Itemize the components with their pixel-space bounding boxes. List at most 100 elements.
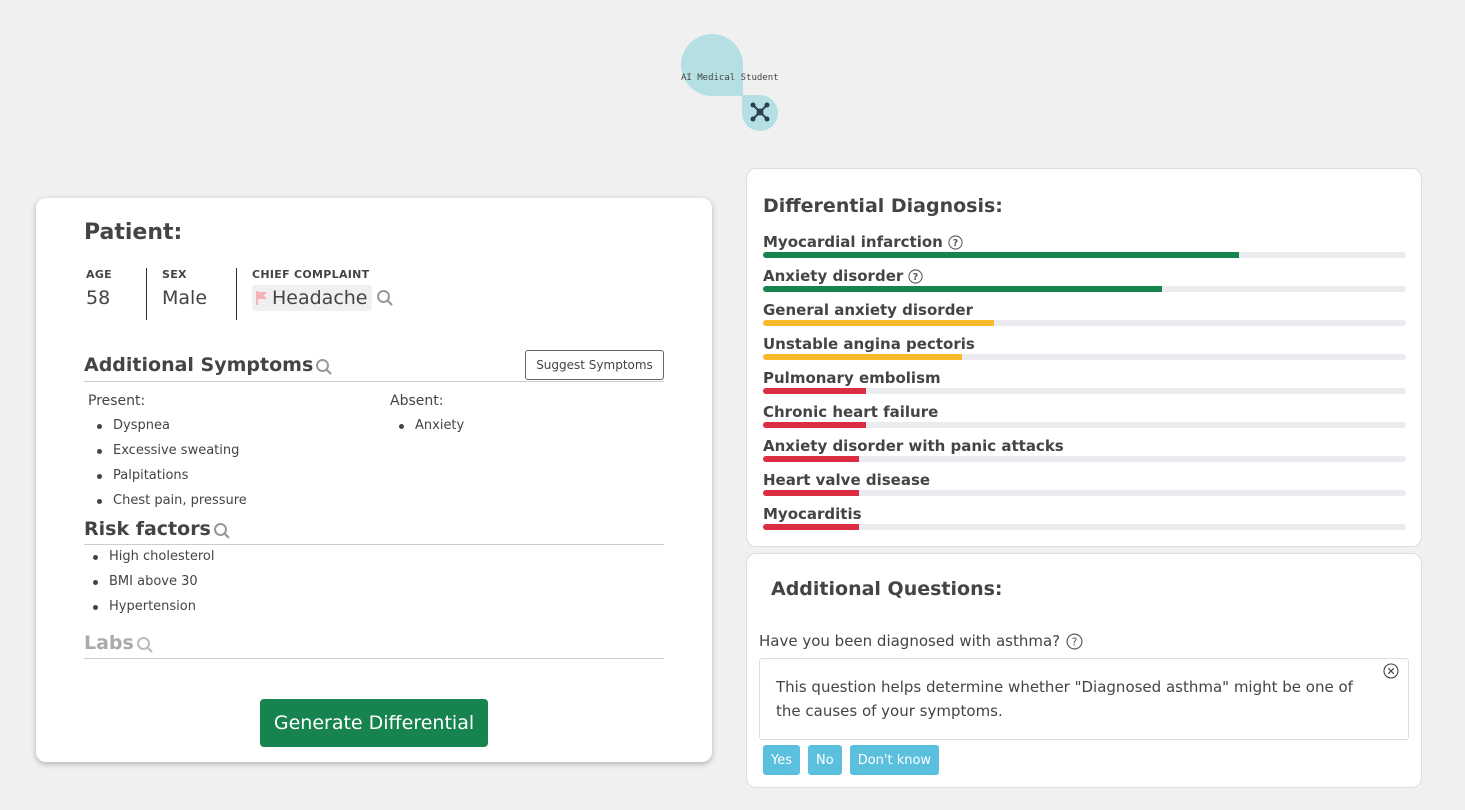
search-icon[interactable] <box>213 522 231 540</box>
chief-complaint-chip[interactable]: Headache <box>252 285 372 311</box>
diagnosis-label: Heart valve disease <box>763 471 931 489</box>
answer-buttons: Yes No Don't know <box>763 745 940 775</box>
differential-item[interactable]: General anxiety disorder <box>763 300 1406 334</box>
suggest-symptoms-button[interactable]: Suggest Symptoms <box>525 350 664 380</box>
diagnosis-label: Unstable angina pectoris <box>763 335 975 353</box>
patient-title: Patient: <box>84 220 183 245</box>
labs-title: Labs <box>84 632 134 654</box>
app-logo: AI Medical Student <box>680 33 780 133</box>
list-item[interactable]: Dyspnea <box>88 416 247 441</box>
sex-field: SEX Male <box>146 268 236 320</box>
search-icon[interactable] <box>136 636 154 654</box>
differential-item-name: Myocardial infarction? <box>763 232 1406 252</box>
labs-section-title: Labs <box>84 632 154 654</box>
probability-bar-track <box>763 388 1406 394</box>
question-text: Have you been diagnosed with asthma? <box>759 632 1061 650</box>
question-explanation: This question helps determine whether "D… <box>776 678 1353 720</box>
help-icon[interactable]: ? <box>1066 632 1083 650</box>
divider <box>84 658 664 659</box>
symptoms-section-title: Additional Symptoms <box>84 354 333 376</box>
probability-bar-track <box>763 490 1406 496</box>
differential-item[interactable]: Unstable angina pectoris <box>763 334 1406 368</box>
differential-item-name: Pulmonary embolism <box>763 368 1406 388</box>
probability-bar-track <box>763 320 1406 326</box>
absent-symptoms-list: Anxiety <box>390 416 464 441</box>
differential-item[interactable]: Chronic heart failure <box>763 402 1406 436</box>
molecule-icon <box>750 102 770 122</box>
list-item[interactable]: High cholesterol <box>84 547 214 572</box>
questions-title: Additional Questions: <box>771 578 1003 600</box>
probability-bar-track <box>763 286 1406 292</box>
list-item[interactable]: Excessive sweating <box>88 441 247 466</box>
flag-icon <box>256 291 267 305</box>
logo-bubble-large <box>681 34 743 96</box>
risk-factors-list: High cholesterol BMI above 30 Hypertensi… <box>84 547 214 622</box>
help-icon[interactable]: ? <box>908 268 923 284</box>
differential-item[interactable]: Myocardial infarction? <box>763 232 1406 266</box>
diagnosis-label: Anxiety disorder with panic attacks <box>763 437 1064 455</box>
differential-title: Differential Diagnosis: <box>763 195 1003 217</box>
differential-item-name: Myocarditis <box>763 504 1406 524</box>
help-icon[interactable]: ? <box>948 234 963 250</box>
diagnosis-label: General anxiety disorder <box>763 301 973 319</box>
divider <box>84 381 664 382</box>
differential-item[interactable]: Anxiety disorder with panic attacks <box>763 436 1406 470</box>
answer-dont-know-button[interactable]: Don't know <box>849 745 940 775</box>
probability-bar-track <box>763 354 1406 360</box>
probability-bar <box>763 354 963 360</box>
generate-differential-button[interactable]: Generate Differential <box>260 699 488 747</box>
chief-complaint-field: CHIEF COMPLAINT Headache <box>236 268 436 320</box>
list-item[interactable]: Palpitations <box>88 466 247 491</box>
differential-item-name: Anxiety disorder with panic attacks <box>763 436 1406 456</box>
absent-label: Absent: <box>390 393 444 409</box>
svg-text:?: ? <box>1072 635 1078 648</box>
list-item[interactable]: Hypertension <box>84 597 214 622</box>
differential-card: Differential Diagnosis: Myocardial infar… <box>746 168 1422 547</box>
differential-item-name: Heart valve disease <box>763 470 1406 490</box>
differential-item-name: Unstable angina pectoris <box>763 334 1406 354</box>
chief-complaint-label: CHIEF COMPLAINT <box>252 268 370 281</box>
probability-bar <box>763 490 860 496</box>
differential-item-name: General anxiety disorder <box>763 300 1406 320</box>
probability-bar <box>763 320 995 326</box>
age-label: AGE <box>86 268 112 281</box>
diagnosis-label: Pulmonary embolism <box>763 369 941 387</box>
present-symptoms-list: Dyspnea Excessive sweating Palpitations … <box>88 416 247 516</box>
list-item[interactable]: Anxiety <box>390 416 464 441</box>
age-value: 58 <box>86 287 111 309</box>
differential-item-name: Anxiety disorder? <box>763 266 1406 286</box>
answer-no-button[interactable]: No <box>808 745 842 775</box>
probability-bar <box>763 286 1162 292</box>
search-icon[interactable] <box>376 289 394 307</box>
probability-bar <box>763 524 860 530</box>
age-field: AGE 58 <box>86 268 146 320</box>
question-explanation-box: This question helps determine whether "D… <box>759 658 1409 740</box>
logo-text: AI Medical Student <box>681 73 779 83</box>
differential-item-name: Chronic heart failure <box>763 402 1406 422</box>
probability-bar <box>763 252 1239 258</box>
differential-item[interactable]: Pulmonary embolism <box>763 368 1406 402</box>
answer-yes-button[interactable]: Yes <box>763 745 800 775</box>
list-item[interactable]: Chest pain, pressure <box>88 491 247 516</box>
chief-complaint-value: Headache <box>272 287 368 309</box>
list-item[interactable]: BMI above 30 <box>84 572 214 597</box>
diagnosis-label: Myocarditis <box>763 505 862 523</box>
risk-title: Risk factors <box>84 518 211 540</box>
svg-text:?: ? <box>913 272 918 283</box>
questions-card: Additional Questions: Have you been diag… <box>746 553 1422 788</box>
diagnosis-label: Anxiety disorder <box>763 267 904 285</box>
sex-label: SEX <box>162 268 187 281</box>
divider <box>84 544 664 545</box>
search-icon[interactable] <box>315 358 333 376</box>
probability-bar-track <box>763 252 1406 258</box>
sex-value: Male <box>162 287 208 309</box>
probability-bar <box>763 422 866 428</box>
probability-bar <box>763 456 860 462</box>
close-icon[interactable] <box>1383 663 1399 679</box>
symptoms-title: Additional Symptoms <box>84 354 314 376</box>
question-row: Have you been diagnosed with asthma? ? <box>759 632 1083 650</box>
differential-item[interactable]: Heart valve disease <box>763 470 1406 504</box>
differential-item[interactable]: Myocarditis <box>763 504 1406 538</box>
differential-item[interactable]: Anxiety disorder? <box>763 266 1406 300</box>
diagnosis-label: Myocardial infarction <box>763 233 943 251</box>
